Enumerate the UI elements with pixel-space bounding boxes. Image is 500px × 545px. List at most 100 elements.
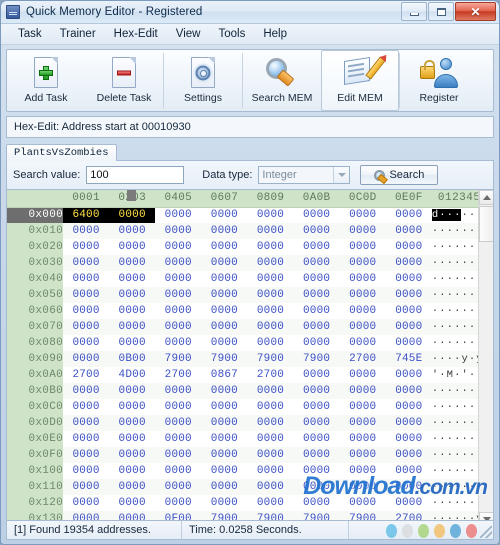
- hex-cell[interactable]: 0000: [293, 479, 340, 495]
- hex-cell[interactable]: 0000: [385, 399, 432, 415]
- hex-cell[interactable]: 0000: [339, 415, 386, 431]
- hex-cell[interactable]: 0000: [293, 335, 340, 351]
- hex-grid-row[interactable]: 0x080 0000 0000 0000 0000 0000 0000 0000 0000 ···…: [7, 335, 478, 351]
- ascii-cell[interactable]: ················: [431, 303, 478, 319]
- hex-cell[interactable]: 0000: [201, 479, 248, 495]
- ascii-cell[interactable]: ················: [431, 383, 478, 399]
- hex-cell[interactable]: 0000: [339, 271, 386, 287]
- ascii-cell[interactable]: ················: [431, 463, 478, 479]
- hex-cell[interactable]: 0000: [385, 463, 432, 479]
- hex-cell[interactable]: 0000: [339, 463, 386, 479]
- hex-cell[interactable]: 0000: [63, 463, 110, 479]
- hex-cell[interactable]: 0000: [293, 255, 340, 271]
- hex-cell[interactable]: 0000: [63, 351, 110, 367]
- hex-cell[interactable]: 0000: [247, 319, 294, 335]
- hex-cell[interactable]: 0000: [109, 287, 156, 303]
- hex-cell[interactable]: 0000: [155, 319, 202, 335]
- hex-cell[interactable]: 0000: [293, 239, 340, 255]
- hex-cell[interactable]: 0000: [247, 255, 294, 271]
- hex-cell[interactable]: 0000: [109, 239, 156, 255]
- hex-cell[interactable]: 0000: [155, 495, 202, 511]
- hex-cell[interactable]: 0000: [63, 495, 110, 511]
- hex-cell[interactable]: 0000: [155, 271, 202, 287]
- hex-cell[interactable]: 0000: [293, 415, 340, 431]
- hex-cell[interactable]: 0000: [109, 399, 156, 415]
- hex-cell[interactable]: 0000: [201, 399, 248, 415]
- hex-cell[interactable]: 0000: [293, 207, 340, 223]
- hex-cell[interactable]: 0000: [293, 463, 340, 479]
- hex-cell[interactable]: 0000: [385, 239, 432, 255]
- hex-grid-row[interactable]: 0x050 0000 0000 0000 0000 0000 0000 0000 0000 ···…: [7, 287, 478, 303]
- hex-cell[interactable]: 0000: [155, 447, 202, 463]
- hex-grid-row[interactable]: 0x110 0000 0000 0000 0000 0000 0000 0000 0000 ···…: [7, 479, 478, 495]
- ascii-cell[interactable]: '·M·'··g'·······: [431, 367, 478, 383]
- tab-plantsvszombies[interactable]: PlantsVsZombies: [6, 144, 117, 161]
- toolbar-button-edit-mem[interactable]: Edit MEM: [321, 50, 399, 111]
- hex-cell[interactable]: 0000: [155, 207, 202, 223]
- hex-cell[interactable]: 0000: [109, 335, 156, 351]
- hex-cell[interactable]: 7900: [293, 351, 340, 367]
- hex-cell[interactable]: 0000: [63, 239, 110, 255]
- hex-cell[interactable]: 0000: [293, 399, 340, 415]
- hex-cell[interactable]: 0000: [247, 415, 294, 431]
- ascii-cell[interactable]: ················: [431, 223, 478, 239]
- hex-cell[interactable]: 0000: [109, 463, 156, 479]
- toolbar-button-search-mem[interactable]: Search MEM: [243, 50, 321, 111]
- ascii-cell[interactable]: ················: [431, 447, 478, 463]
- hex-cell[interactable]: 0000: [247, 239, 294, 255]
- scrollbar-thumb[interactable]: [479, 206, 493, 242]
- toolbar-button-add-task[interactable]: Add Task: [7, 50, 85, 111]
- hex-cell[interactable]: 0000: [247, 463, 294, 479]
- hex-cell[interactable]: 0000: [339, 255, 386, 271]
- hex-cell[interactable]: 0000: [339, 495, 386, 511]
- hex-cell[interactable]: 7900: [155, 351, 202, 367]
- ascii-cell[interactable]: d···············: [431, 207, 478, 223]
- menu-item-task[interactable]: Task: [9, 26, 51, 43]
- ascii-cell[interactable]: ····y·y·y·y·'·t^: [431, 351, 478, 367]
- hex-grid-row[interactable]: 0x040 0000 0000 0000 0000 0000 0000 0000 0000 ···…: [7, 271, 478, 287]
- search-input[interactable]: [86, 166, 185, 184]
- hex-cell[interactable]: 0000: [201, 223, 248, 239]
- hex-grid-row[interactable]: 0x0E0 0000 0000 0000 0000 0000 0000 0000 0000 ···…: [7, 431, 478, 447]
- minimize-button[interactable]: [401, 2, 427, 21]
- hex-cell[interactable]: 0000: [155, 255, 202, 271]
- hex-cell[interactable]: 0000: [63, 335, 110, 351]
- hex-cell[interactable]: 0000: [385, 255, 432, 271]
- hex-cell[interactable]: 0000: [385, 495, 432, 511]
- ascii-cell[interactable]: ················: [431, 399, 478, 415]
- hex-cell[interactable]: 0000: [339, 207, 386, 223]
- hex-grid-row[interactable]: 0x0B0 0000 0000 0000 0000 0000 0000 0000 0000 ···…: [7, 383, 478, 399]
- hex-cell[interactable]: 2700: [339, 351, 386, 367]
- hex-cell[interactable]: 0000: [63, 415, 110, 431]
- hex-cell[interactable]: 0000: [385, 415, 432, 431]
- vertical-scrollbar[interactable]: [478, 190, 493, 527]
- hex-cell[interactable]: 0000: [293, 495, 340, 511]
- hex-cell[interactable]: 0000: [385, 335, 432, 351]
- hex-cell[interactable]: 0000: [385, 287, 432, 303]
- hex-cell[interactable]: 0000: [339, 367, 386, 383]
- toolbar-button-register[interactable]: Register: [400, 50, 478, 111]
- ascii-cell[interactable]: ················: [431, 431, 478, 447]
- hex-cell[interactable]: 2700: [247, 367, 294, 383]
- hex-cell[interactable]: 0000: [385, 479, 432, 495]
- hex-cell[interactable]: 0000: [63, 399, 110, 415]
- hex-cell[interactable]: 0000: [201, 495, 248, 511]
- hex-cell[interactable]: 2700: [155, 367, 202, 383]
- hex-cell[interactable]: 0000: [385, 383, 432, 399]
- hex-cell[interactable]: 0000: [155, 303, 202, 319]
- hex-grid-row[interactable]: 0x120 0000 0000 0000 0000 0000 0000 0000 0000 ···…: [7, 495, 478, 511]
- hex-cell[interactable]: 0000: [385, 319, 432, 335]
- ascii-cell[interactable]: ················: [431, 255, 478, 271]
- hex-cell[interactable]: 0867: [201, 367, 248, 383]
- ascii-cell[interactable]: ················: [431, 479, 478, 495]
- hex-cell[interactable]: 0000: [109, 319, 156, 335]
- toolbar-button-settings[interactable]: Settings: [164, 50, 242, 111]
- hex-cell[interactable]: 0000: [109, 255, 156, 271]
- hex-cell[interactable]: 0000: [155, 399, 202, 415]
- hex-cell[interactable]: 0000: [293, 271, 340, 287]
- hex-cell[interactable]: 0000: [385, 303, 432, 319]
- hex-grid-row[interactable]: 0x010 0000 0000 0000 0000 0000 0000 0000 0000 ···…: [7, 223, 478, 239]
- hex-cell[interactable]: 0000: [385, 271, 432, 287]
- hex-cell[interactable]: 0000: [293, 367, 340, 383]
- ascii-cell[interactable]: ················: [431, 335, 478, 351]
